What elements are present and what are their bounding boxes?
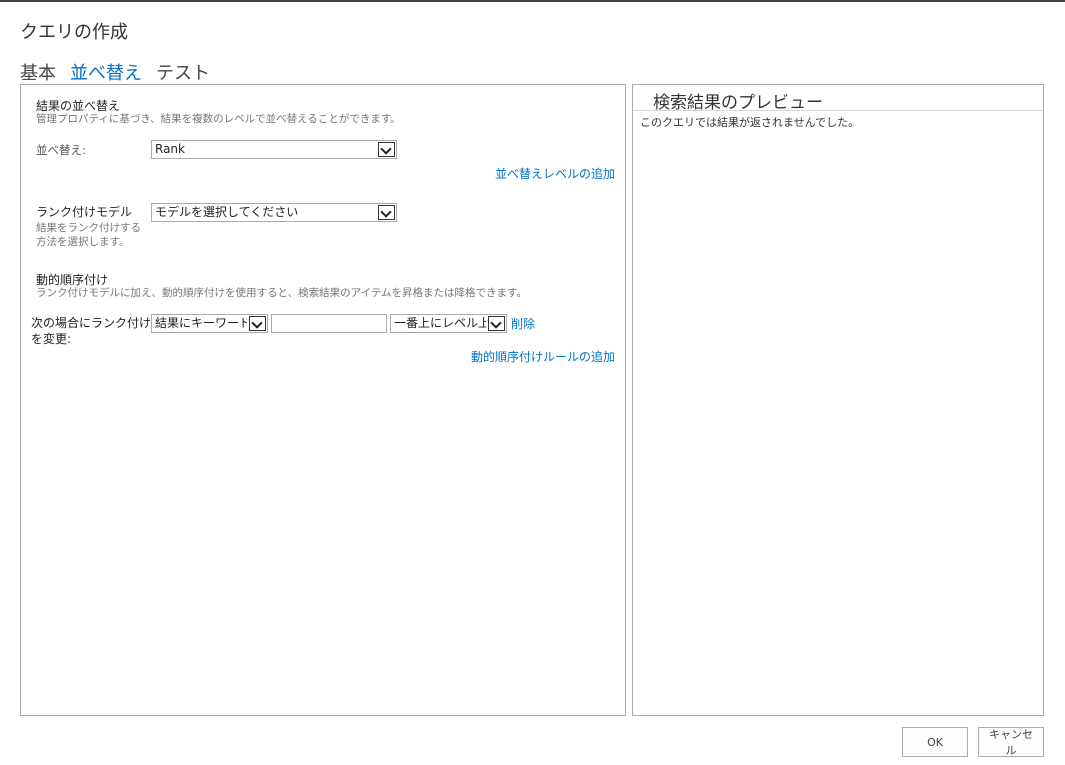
preview-panel: 検索結果のプレビュー このクエリでは結果が返されませんでした。 (632, 84, 1044, 716)
rank-change-label-2: を変更: (31, 332, 72, 346)
keyword-input[interactable] (271, 314, 387, 333)
add-dynamic-rule-link[interactable]: 動的順序付けルールの追加 (471, 348, 615, 365)
action-value: 一番上にレベル上げ (394, 316, 486, 330)
chevron-down-icon[interactable] (378, 205, 395, 220)
tab-basics[interactable]: 基本 (20, 59, 56, 85)
rank-change-label-1: 次の場合にランク付け (31, 316, 152, 330)
action-select[interactable]: 一番上にレベル上げ (390, 314, 507, 333)
ranking-model-select[interactable]: モデルを選択してください (151, 203, 397, 222)
cancel-button[interactable]: キャンセル (978, 727, 1044, 757)
ranking-model-value: モデルを選択してください (155, 205, 299, 219)
ranking-model-description-1: 結果をランク付けする (36, 222, 141, 234)
condition-select[interactable]: 結果にキーワードが (151, 314, 268, 333)
add-sort-level-link[interactable]: 並べ替えレベルの追加 (495, 165, 615, 182)
query-builder-dialog: クエリの作成 基本 並べ替え テスト 結果の並べ替え 管理プロパティに基づき、結… (0, 0, 1065, 765)
preview-message: このクエリでは結果が返されませんでした。 (640, 116, 860, 129)
preview-divider (633, 110, 1043, 111)
delete-rule-link[interactable]: 削除 (511, 315, 535, 332)
tab-test[interactable]: テスト (156, 59, 210, 85)
tab-sorting[interactable]: 並べ替え (70, 59, 142, 85)
chevron-down-icon[interactable] (378, 142, 395, 157)
sorting-panel: 結果の並べ替え 管理プロパティに基づき、結果を複数のレベルで並べ替えることができ… (20, 84, 626, 716)
condition-value: 結果にキーワードが (155, 316, 247, 330)
ok-button[interactable]: OK (902, 727, 968, 757)
tab-bar: 基本 並べ替え テスト (20, 59, 210, 85)
dialog-title: クエリの作成 (20, 22, 128, 43)
sort-by-value: Rank (155, 142, 185, 156)
ranking-model-label: ランク付けモデル (36, 205, 133, 219)
chevron-down-icon[interactable] (488, 316, 505, 331)
sort-section-description: 管理プロパティに基づき、結果を複数のレベルで並べ替えることができます。 (36, 113, 401, 125)
dynamic-ordering-description: ランク付けモデルに加え、動的順序付けを使用すると、検索結果のアイテムを昇格または… (36, 287, 527, 299)
chevron-down-icon[interactable] (249, 316, 266, 331)
sort-by-label: 並べ替え: (36, 143, 86, 157)
ranking-model-description-2: 方法を選択します。 (36, 236, 130, 248)
sort-by-select[interactable]: Rank (151, 140, 397, 159)
